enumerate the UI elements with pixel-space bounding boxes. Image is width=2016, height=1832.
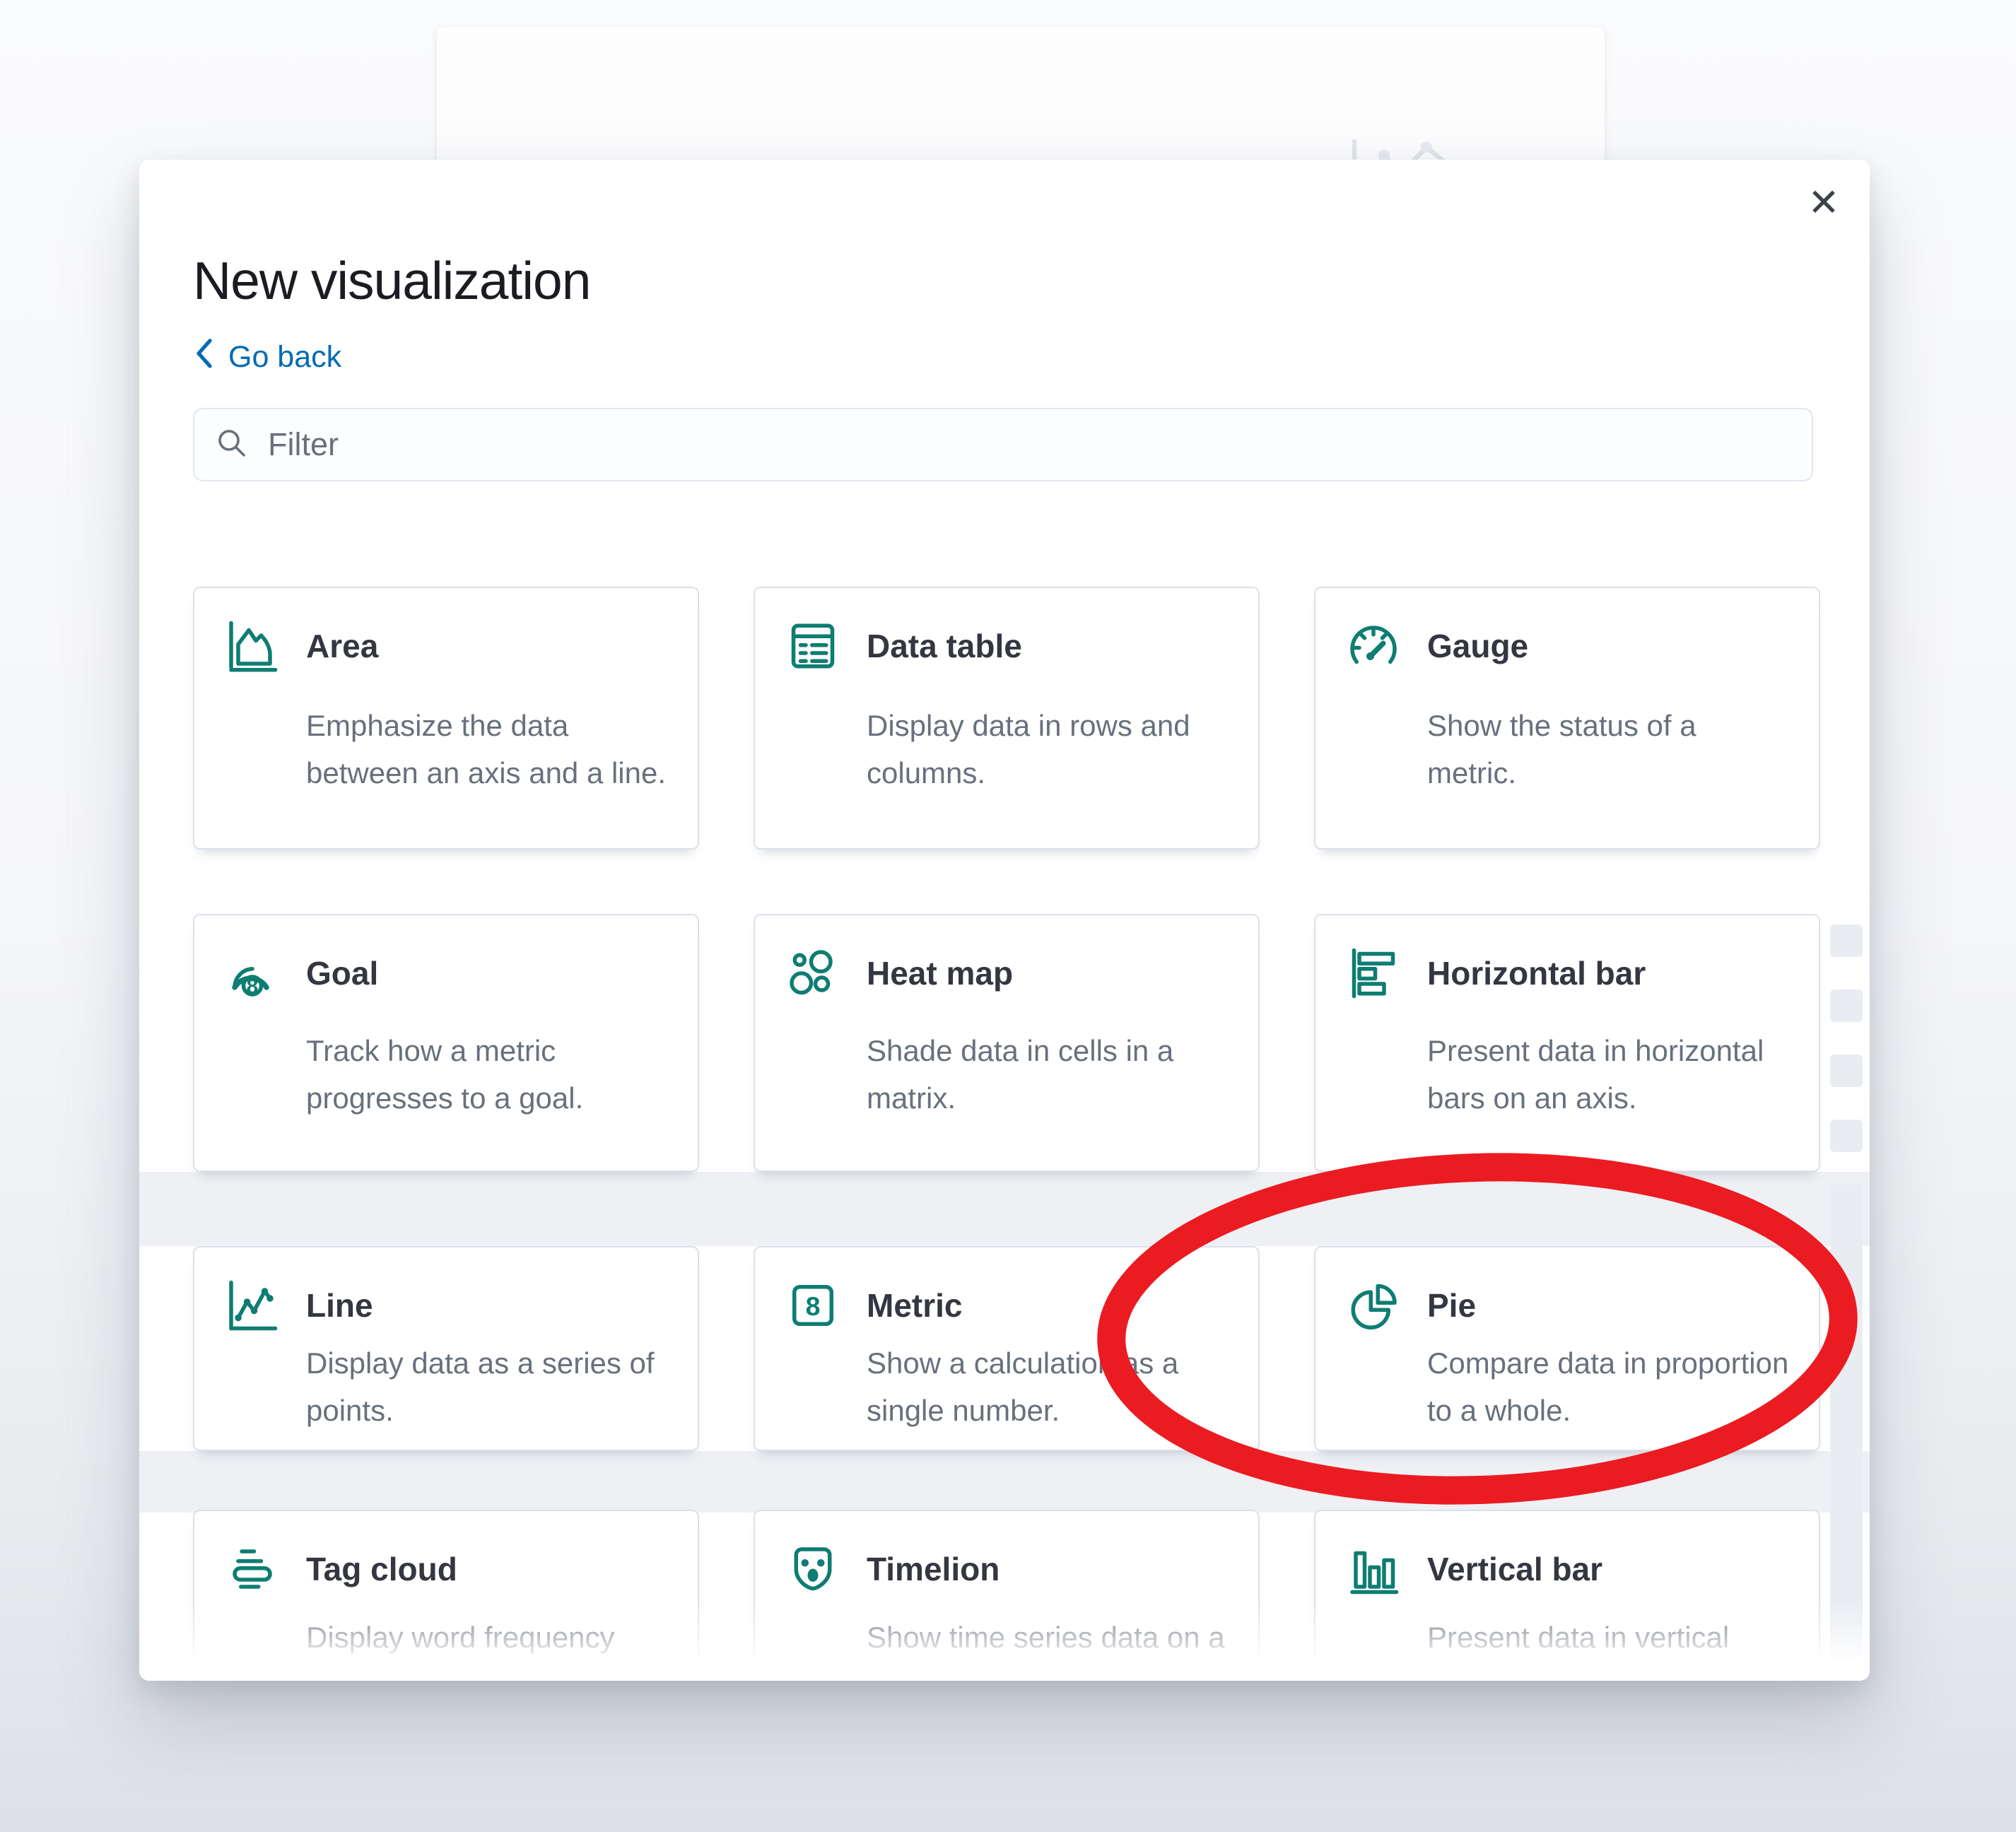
- svg-text:8: 8: [806, 1291, 821, 1321]
- card-description: Present data in horizontal bars on an ax…: [1427, 1027, 1791, 1141]
- card-title: Timelion: [867, 1541, 1230, 1608]
- watermark-block: [1830, 990, 1863, 1022]
- filter-input[interactable]: [266, 425, 1791, 464]
- vis-card-tag-cloud[interactable]: Tag cloud Display word frequency with fo…: [193, 1510, 699, 1681]
- card-description: Compare data in proportion to a whole.: [1427, 1339, 1791, 1434]
- vis-card-goal[interactable]: 8 Goal Track how a metric progresses to …: [193, 914, 699, 1172]
- card-title: Gauge: [1427, 618, 1791, 696]
- vis-card-data-table[interactable]: Data table Display data in rows and colu…: [754, 587, 1260, 850]
- vis-card-gauge[interactable]: Gauge Show the status of a metric.: [1314, 587, 1820, 850]
- close-icon[interactable]: ✕: [1796, 175, 1851, 230]
- vis-card-timelion[interactable]: Timelion Show time series data on a grap…: [754, 1510, 1260, 1681]
- data-table-icon: [783, 618, 843, 674]
- go-back-label: Go back: [228, 340, 341, 375]
- goal-icon: 8: [223, 945, 282, 1002]
- card-description: Show a calculation as a single number.: [867, 1339, 1230, 1434]
- svg-text:8: 8: [247, 975, 259, 998]
- card-description: Display word frequency with font size.: [306, 1614, 669, 1681]
- card-description: Present data in vertical bars on an axis…: [1427, 1614, 1791, 1681]
- card-description: Track how a metric progresses to a goal.: [306, 1027, 669, 1141]
- search-icon: [216, 427, 248, 463]
- card-title: Vertical bar: [1427, 1541, 1791, 1608]
- card-title: Horizontal bar: [1427, 945, 1791, 1021]
- watermark-block: [1830, 1055, 1863, 1087]
- watermark-block: [1830, 924, 1863, 957]
- metric-icon: 8: [783, 1277, 843, 1334]
- card-title: Heat map: [867, 945, 1230, 1021]
- chevron-left-icon: [194, 338, 214, 377]
- timelion-icon: [783, 1541, 843, 1597]
- watermark-bar: [1830, 1185, 1863, 1681]
- card-title: Data table: [867, 618, 1230, 696]
- card-description: Emphasize the data between an axis and a…: [306, 702, 669, 818]
- pie-chart-icon: [1344, 1277, 1403, 1334]
- card-row-1: Area Emphasize the data between an axis …: [193, 587, 1820, 850]
- card-title: Line: [306, 1277, 669, 1334]
- card-description: Show the status of a metric.: [1427, 702, 1791, 818]
- page-title: New visualization: [193, 249, 590, 312]
- tag-cloud-icon: [223, 1541, 282, 1597]
- card-description: Display data in rows and columns.: [867, 702, 1230, 818]
- gauge-icon: [1344, 618, 1403, 674]
- card-title: Goal: [306, 945, 669, 1021]
- vis-card-metric[interactable]: 8 Metric Show a calculation as a single …: [754, 1246, 1260, 1451]
- vis-card-line[interactable]: Line Display data as a series of points.: [193, 1246, 699, 1451]
- filter-search-box: [193, 408, 1813, 481]
- watermark-block: [1830, 1120, 1863, 1152]
- card-description: Shade data in cells in a matrix.: [867, 1027, 1230, 1141]
- go-back-link[interactable]: Go back: [194, 338, 341, 377]
- vis-card-horizontal-bar[interactable]: Horizontal bar Present data in horizonta…: [1314, 914, 1820, 1172]
- new-visualization-modal: ✕ New visualization Go back Area: [139, 160, 1870, 1681]
- card-row-4: Tag cloud Display word frequency with fo…: [193, 1510, 1820, 1681]
- vis-card-heat-map[interactable]: Heat map Shade data in cells in a matrix…: [754, 914, 1260, 1172]
- vis-card-vertical-bar[interactable]: Vertical bar Present data in vertical ba…: [1314, 1510, 1820, 1681]
- card-title: Area: [306, 618, 669, 696]
- watermark-band: [139, 1172, 1870, 1246]
- watermark-band: [139, 1451, 1870, 1513]
- heat-map-icon: [783, 945, 843, 1002]
- card-description: Show time series data on a graph.: [867, 1614, 1230, 1681]
- vis-card-area[interactable]: Area Emphasize the data between an axis …: [193, 587, 699, 850]
- card-title: Pie: [1427, 1277, 1791, 1334]
- card-row-2: 8 Goal Track how a metric progresses to …: [193, 914, 1820, 1172]
- vis-card-pie[interactable]: Pie Compare data in proportion to a whol…: [1314, 1246, 1820, 1451]
- area-chart-icon: [223, 618, 282, 674]
- horizontal-bar-icon: [1344, 945, 1403, 1002]
- page: { "modal": { "title": "New visualization…: [0, 0, 2016, 1832]
- vertical-bar-icon: [1344, 1541, 1403, 1597]
- card-description: Display data as a series of points.: [306, 1339, 669, 1434]
- line-chart-icon: [223, 1277, 282, 1334]
- card-title: Tag cloud: [306, 1541, 669, 1608]
- card-row-3: Line Display data as a series of points.…: [193, 1246, 1820, 1451]
- card-title: Metric: [867, 1277, 1230, 1334]
